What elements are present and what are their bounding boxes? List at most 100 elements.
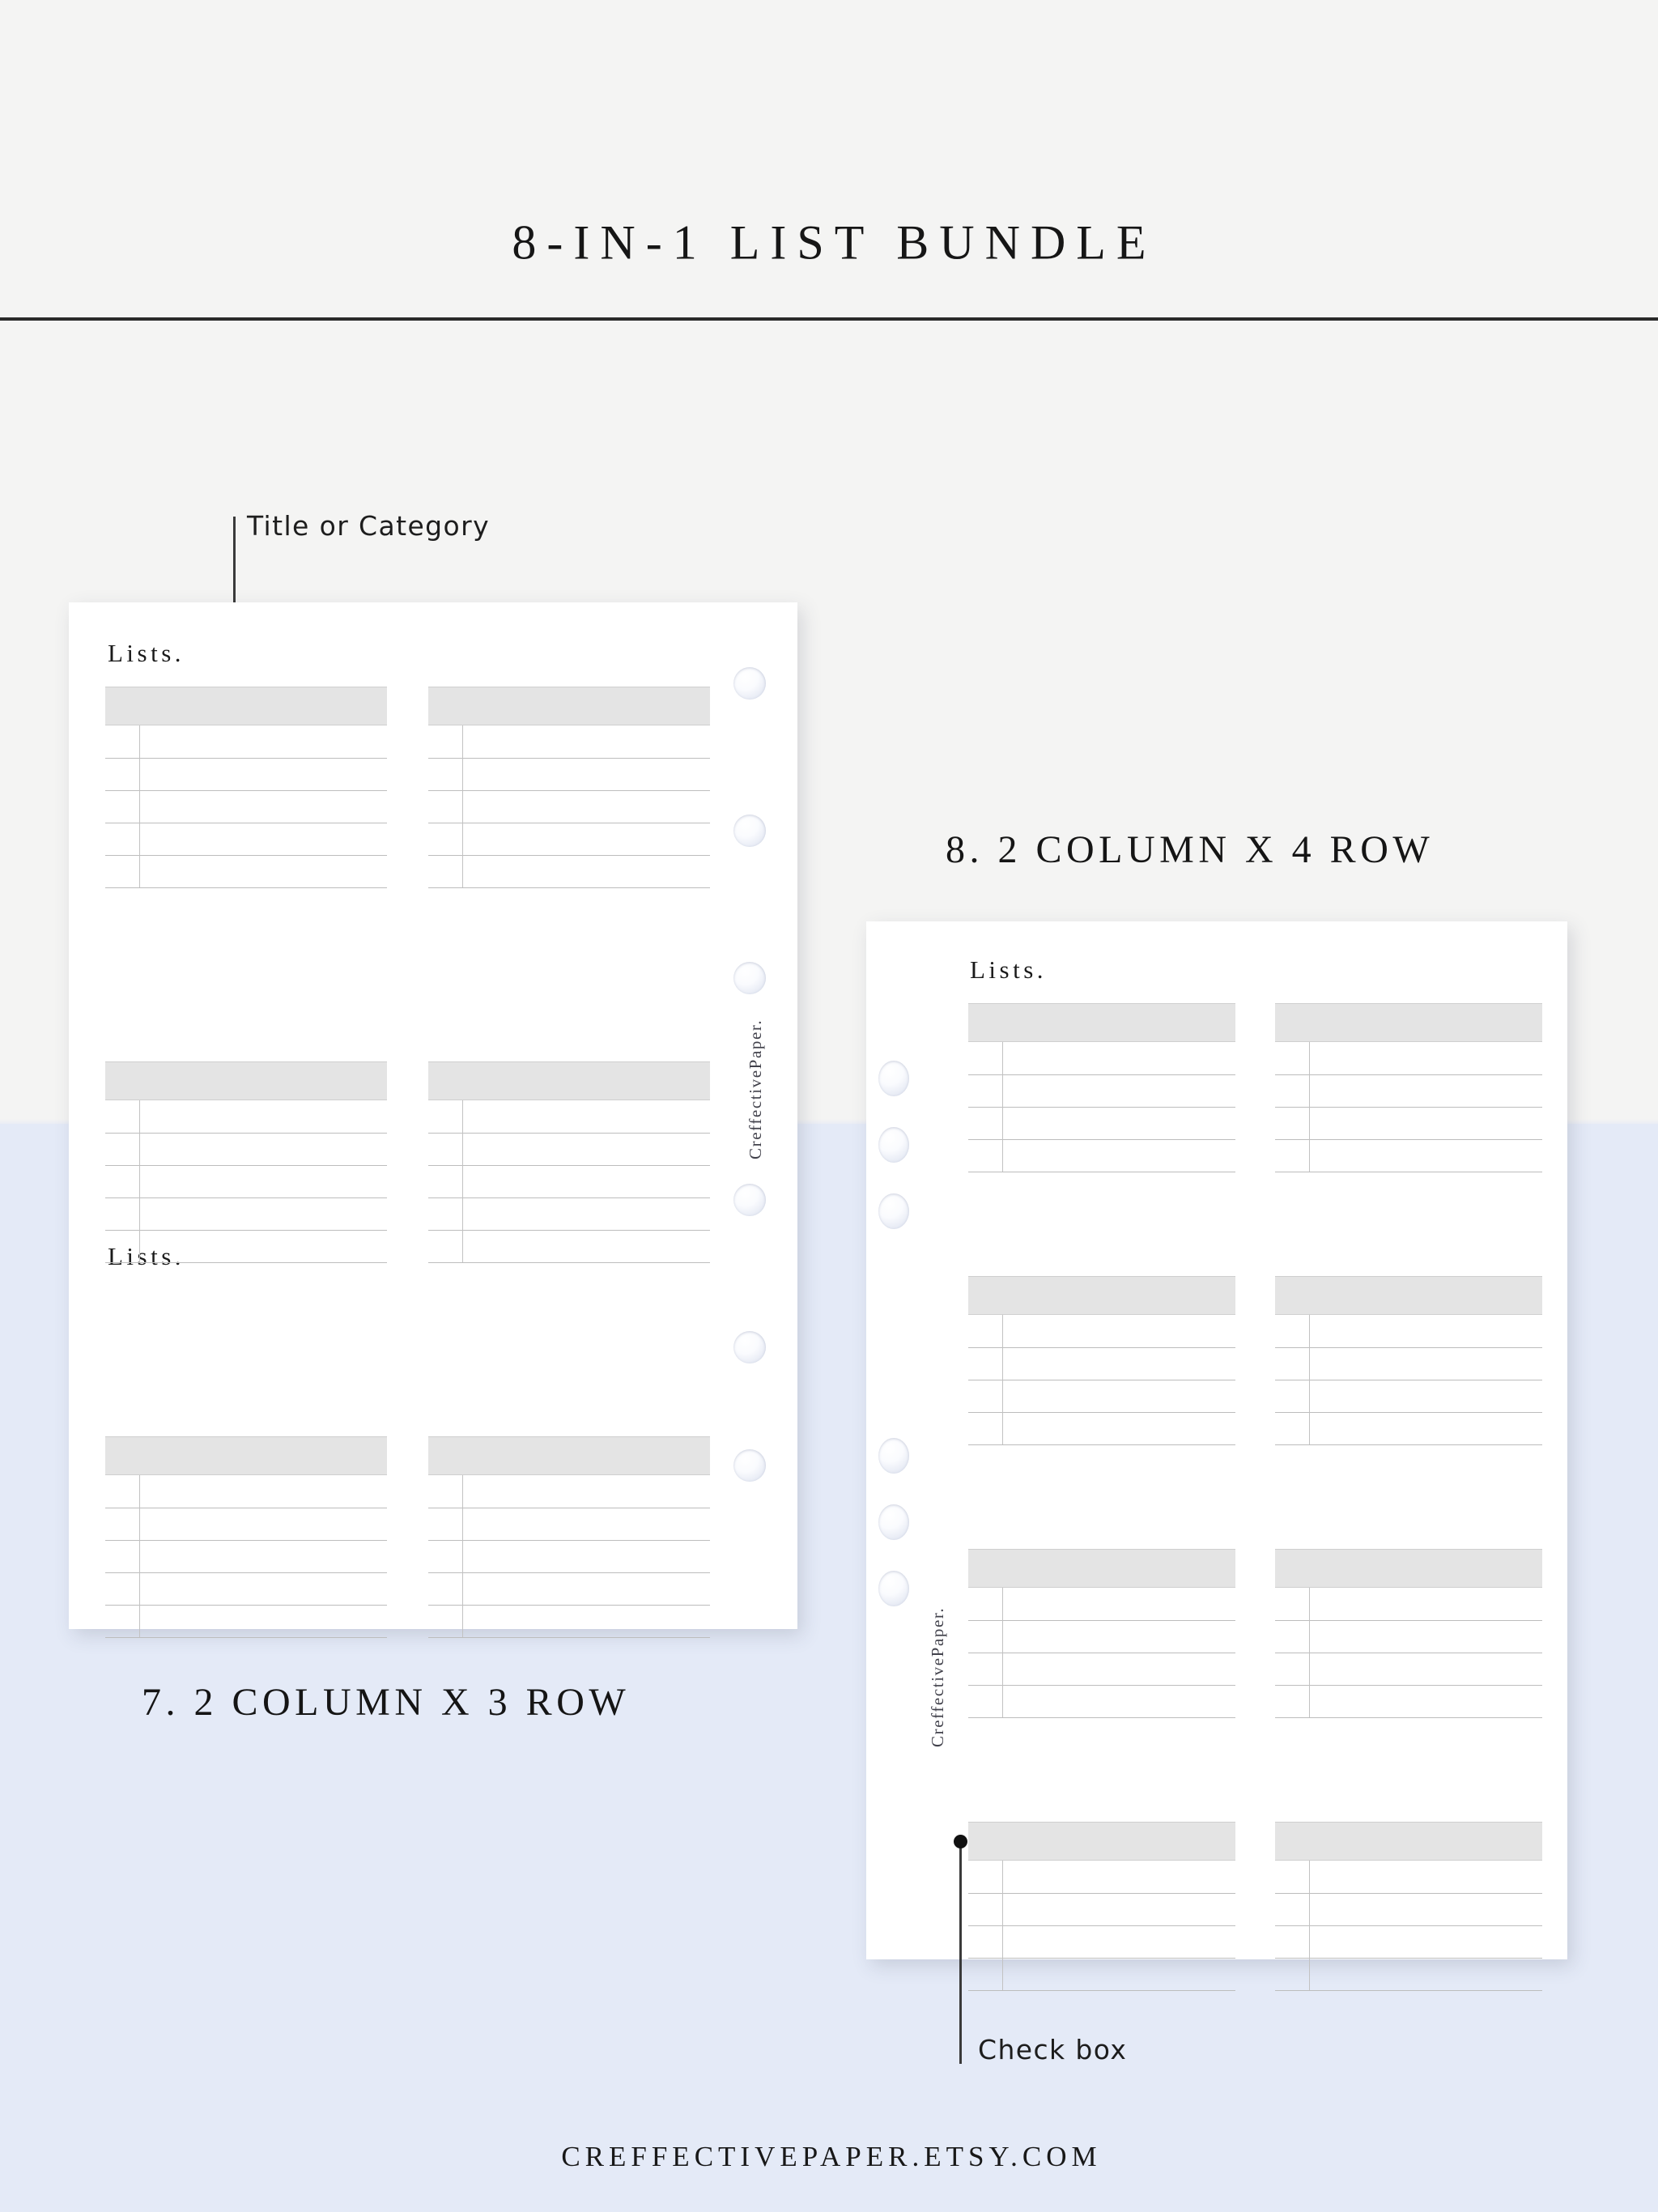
planner-page-card-7[interactable]: Lists. Lists. CreffectivePaper. (69, 602, 797, 1638)
card-8-list-block (1275, 1822, 1542, 1991)
card-8-rule-line (968, 1620, 1235, 1621)
card-7-list-block (428, 1436, 710, 1638)
card-8-checkbox-column[interactable] (1002, 1861, 1003, 1990)
card-8-rule-line (1275, 1893, 1542, 1894)
card-8-heading: Lists. (970, 955, 1048, 984)
card-8-rule-line (1275, 1412, 1542, 1413)
card-8-rule-line (968, 1412, 1235, 1413)
card-8-list-block (968, 1276, 1235, 1445)
card-7-rule-line (428, 790, 710, 791)
card-8-rule-line (1275, 1990, 1542, 1991)
card-8-rule-line (968, 1990, 1235, 1991)
card-8-binder-hole (878, 1438, 909, 1474)
footer-url: CREFFECTIVEPAPER.ETSY.COM (561, 2141, 1102, 2172)
card-7-rule-line (428, 1572, 710, 1573)
card-7-rule-line (105, 758, 387, 759)
card-7-block-title-bar[interactable] (428, 1061, 710, 1100)
card-8-list-block (1275, 1276, 1542, 1445)
card-7-rule-line (428, 855, 710, 856)
annotation-title-or-category: Title or Category (247, 510, 490, 542)
card-8-rule-line (968, 1347, 1235, 1348)
card-7-rule-line (428, 1540, 710, 1541)
card-8-binder-hole (878, 1193, 909, 1229)
card-7-rule-line (428, 1197, 710, 1198)
card-7-binder-hole (733, 815, 766, 847)
card-8-binder-hole (878, 1061, 909, 1096)
card-7-rule-line (428, 887, 710, 888)
leader-line-check-box (959, 1840, 962, 2064)
card-8-rule-line (968, 1958, 1235, 1959)
card-8-list-block (968, 1822, 1235, 1991)
card-8-rule-line (968, 1074, 1235, 1075)
card-7-checkbox-column[interactable] (462, 1100, 463, 1262)
card-7-binder-hole (733, 1184, 766, 1216)
card-8-block-title-bar[interactable] (968, 1003, 1235, 1042)
card-8-rule-line (1275, 1074, 1542, 1075)
card-7-checkbox-column[interactable] (139, 1100, 140, 1262)
card-8-block-title-bar[interactable] (1275, 1822, 1542, 1861)
card-7-list-block (105, 1061, 387, 1263)
card-7-block-title-bar[interactable] (105, 1061, 387, 1100)
card-7-list-block (428, 687, 710, 888)
card-8-binder-hole (878, 1127, 909, 1163)
card-8-rule-line (1275, 1685, 1542, 1686)
card-8-binder-hole (878, 1504, 909, 1540)
card-7-block-title-bar[interactable] (105, 1436, 387, 1475)
card-7-rule-line (428, 758, 710, 759)
card-7-rule-line (428, 1262, 710, 1263)
card-7-rule-line (105, 887, 387, 888)
card-7-checkbox-column[interactable] (462, 725, 463, 887)
card-8-checkbox-column[interactable] (1002, 1315, 1003, 1444)
card-8-checkbox-column[interactable] (1309, 1315, 1310, 1444)
card-7-rule-line (105, 1572, 387, 1573)
card-8-block-title-bar[interactable] (968, 1822, 1235, 1861)
card-8-inner: Lists. CreffectivePaper. (866, 921, 1567, 1991)
card-8-block-title-bar[interactable] (968, 1549, 1235, 1588)
card-7-rule-line (428, 1165, 710, 1166)
card-7-rule-line (105, 1230, 387, 1231)
card-8-rule-line (968, 1139, 1235, 1140)
card-7-rule-line (105, 1133, 387, 1134)
card-7-rule-line (105, 855, 387, 856)
card-8-rule-line (1275, 1347, 1542, 1348)
card-8-list-block (968, 1549, 1235, 1718)
card-7-binder-hole (733, 962, 766, 994)
card-7-checkbox-column[interactable] (139, 1475, 140, 1637)
card-8-checkbox-column[interactable] (1002, 1042, 1003, 1172)
card-8-rule-line (1275, 1444, 1542, 1445)
card-7-watermark: CreffectivePaper. (746, 1019, 765, 1159)
caption-card-7: 7. 2 COLUMN X 3 ROW (142, 1681, 631, 1724)
card-8-block-title-bar[interactable] (1275, 1003, 1542, 1042)
card-8-rule-line (1275, 1139, 1542, 1140)
header: 8-IN-1 LIST BUNDLE (0, 0, 1658, 321)
card-7-rule-line (428, 1605, 710, 1606)
card-8-binder-hole (878, 1571, 909, 1606)
planner-page-card-8[interactable]: Lists. CreffectivePaper. (866, 921, 1567, 1991)
card-8-rule-line (968, 1107, 1235, 1108)
card-8-block-title-bar[interactable] (1275, 1276, 1542, 1315)
card-7-rule-line (428, 1637, 710, 1638)
card-7-rule-line (105, 1197, 387, 1198)
leader-dot-check-box (954, 1835, 967, 1848)
card-7-block-title-bar[interactable] (428, 687, 710, 725)
card-8-rule-line (968, 1893, 1235, 1894)
card-8-list-block (1275, 1549, 1542, 1718)
card-8-checkbox-column[interactable] (1002, 1588, 1003, 1717)
card-7-block-title-bar[interactable] (105, 687, 387, 725)
card-7-checkbox-column[interactable] (139, 725, 140, 887)
card-8-checkbox-column[interactable] (1309, 1042, 1310, 1172)
card-8-checkbox-column[interactable] (1309, 1588, 1310, 1717)
card-7-block-title-bar[interactable] (428, 1436, 710, 1475)
card-7-binder-hole (733, 1331, 766, 1363)
card-7-rule-line (105, 1262, 387, 1263)
card-8-list-block (968, 1003, 1235, 1172)
card-8-checkbox-column[interactable] (1309, 1861, 1310, 1990)
card-8-list-block (1275, 1003, 1542, 1172)
card-8-block-title-bar[interactable] (968, 1276, 1235, 1315)
card-7-checkbox-column[interactable] (462, 1475, 463, 1637)
card-8-block-title-bar[interactable] (1275, 1549, 1542, 1588)
card-7-binder-hole (733, 1449, 766, 1482)
card-7-list-block (105, 687, 387, 888)
card-7-rule-line (105, 790, 387, 791)
card-7-list-block (428, 1061, 710, 1263)
